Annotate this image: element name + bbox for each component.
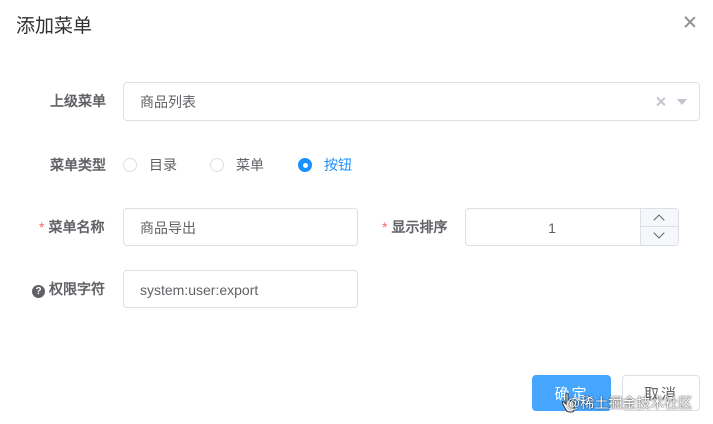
watermark: @稀土掘金技术社区 (566, 395, 693, 411)
question-circle-icon[interactable]: ? (32, 285, 45, 298)
radio-circle-checked[interactable] (298, 158, 312, 172)
display-order-label-text: 显示排序 (391, 219, 448, 235)
radio-directory-label: 目录 (149, 157, 177, 173)
permission-value: system:user:export (140, 282, 259, 298)
parent-menu-value: 商品列表 (140, 94, 196, 110)
display-order-label: * 显示排序 (382, 217, 447, 237)
display-order-value: 1 (548, 220, 556, 236)
radio-circle[interactable] (123, 158, 137, 172)
radio-circle[interactable] (210, 158, 224, 172)
stepper-controls (640, 209, 678, 245)
permission-label: ? 权限字符 (32, 279, 105, 299)
menu-name-input[interactable]: 商品导出 (123, 208, 358, 246)
menu-name-label: * 菜单名称 (39, 217, 104, 237)
close-icon[interactable] (682, 14, 698, 30)
chevron-down-icon (653, 227, 665, 239)
parent-menu-label: 上级菜单 (50, 93, 106, 109)
radio-button[interactable]: 按钮 (298, 155, 352, 175)
chevron-down-icon[interactable] (677, 99, 687, 105)
required-mark: * (382, 219, 388, 235)
clear-icon[interactable] (655, 92, 667, 112)
permission-input[interactable]: system:user:export (123, 270, 358, 308)
chevron-up-icon (653, 214, 665, 226)
menu-name-label-text: 菜单名称 (48, 219, 105, 235)
parent-menu-select[interactable]: 商品列表 (123, 82, 700, 121)
radio-directory[interactable]: 目录 (123, 155, 177, 175)
display-order-stepper[interactable]: 1 (465, 208, 679, 246)
permission-label-text: 权限字符 (49, 281, 105, 297)
menu-type-label: 菜单类型 (50, 157, 106, 173)
decrement-button[interactable] (641, 227, 678, 245)
radio-button-label: 按钮 (324, 157, 352, 173)
radio-menu-label: 菜单 (236, 157, 264, 173)
required-mark: * (39, 219, 45, 235)
increment-button[interactable] (641, 209, 678, 227)
menu-name-value: 商品导出 (140, 220, 196, 236)
dialog-title: 添加菜单 (16, 16, 93, 37)
add-menu-dialog: 添加菜单 上级菜单 商品列表 菜单类型 目录 菜单 按钮 * 菜单名称 商品导出 … (0, 0, 713, 424)
radio-menu[interactable]: 菜单 (210, 155, 264, 175)
